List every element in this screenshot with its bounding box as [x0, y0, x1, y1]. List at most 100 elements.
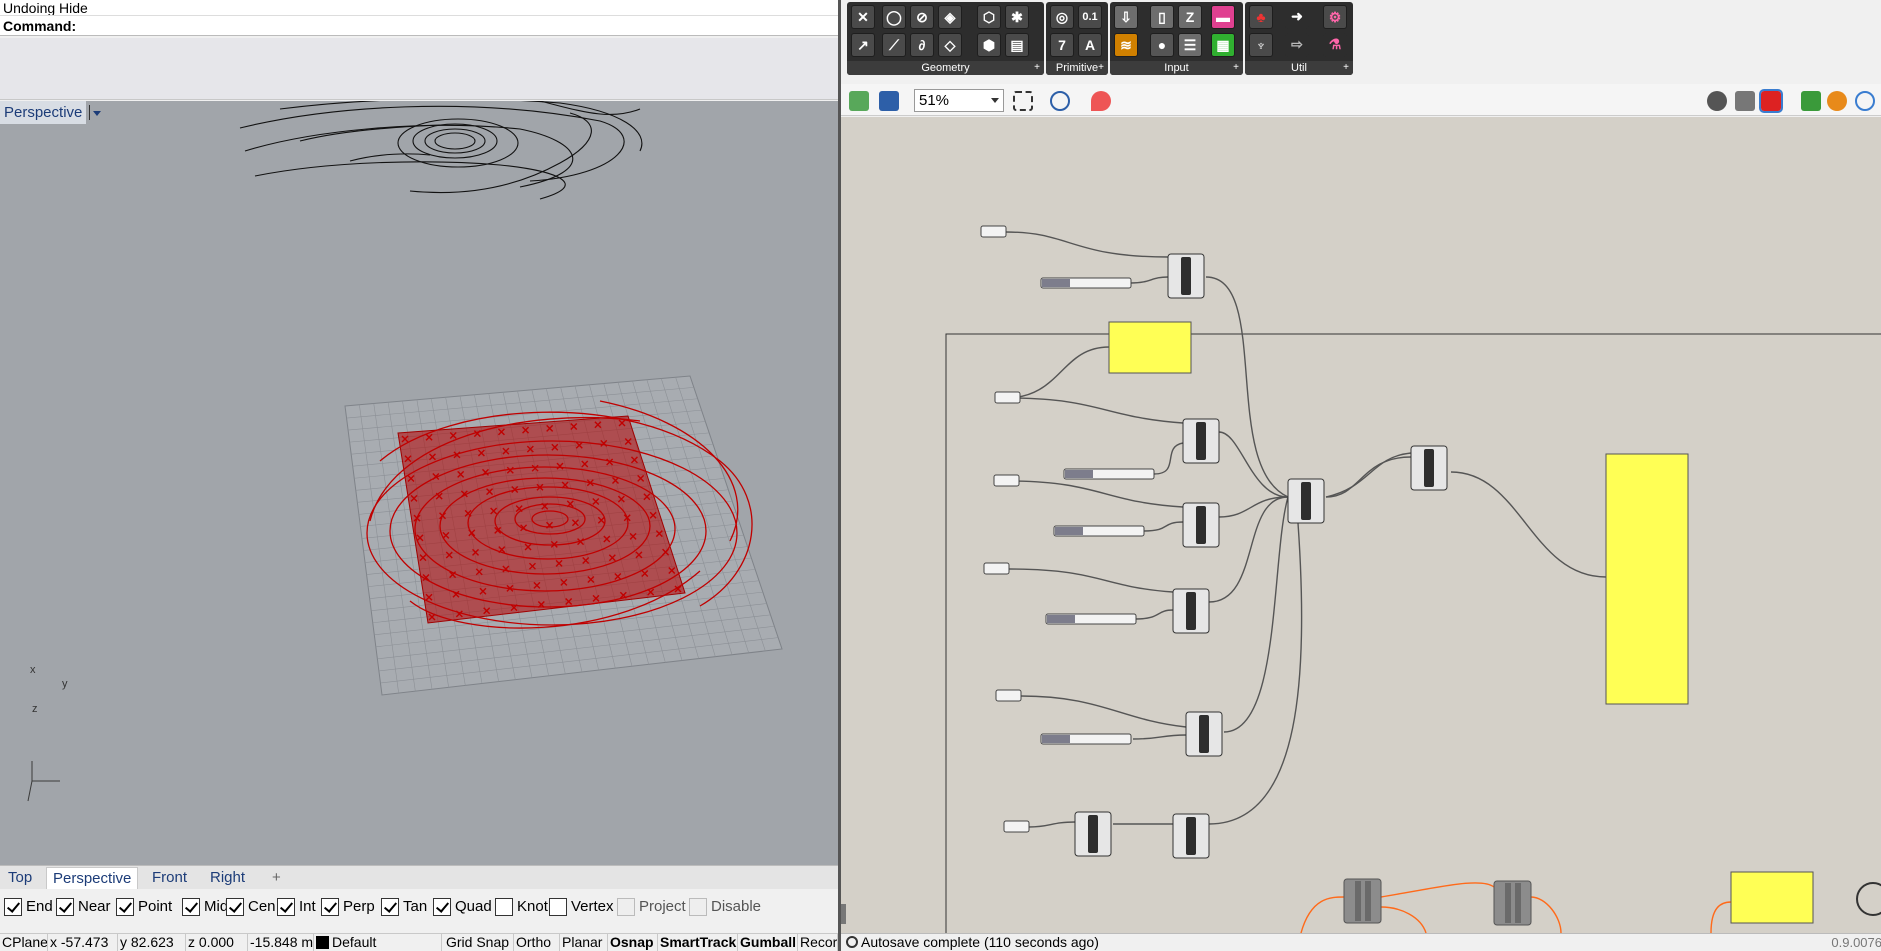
viewport-title[interactable]: Perspective — [0, 101, 87, 124]
panels[interactable] — [1108, 321, 1814, 924]
geometry-icon-3[interactable]: ◯ — [882, 5, 906, 29]
osnap-cen[interactable]: Cen — [226, 897, 276, 917]
osnap-vertex[interactable]: Vertex — [549, 897, 614, 917]
black-curves[interactable] — [239, 101, 643, 200]
osnap-disable-checkbox[interactable] — [689, 898, 707, 916]
osnap-mid[interactable]: Mid — [182, 897, 228, 917]
perspective-viewport[interactable]: x y z Perspective — [0, 101, 838, 865]
navigation-compass-icon[interactable] — [1856, 882, 1881, 916]
color-preview-icon[interactable] — [1827, 91, 1847, 111]
geometry-icon-10[interactable]: ⬢ — [977, 33, 1001, 57]
definition-graph[interactable] — [841, 117, 1881, 933]
osnap-knot-checkbox[interactable] — [495, 898, 513, 916]
osnap-quad[interactable]: Quad — [433, 897, 492, 917]
command-prompt[interactable]: Command: — [0, 15, 838, 36]
zoom-extents-icon[interactable] — [1013, 91, 1033, 111]
gh-component[interactable] — [1074, 811, 1112, 857]
tab-perspective[interactable]: Perspective — [46, 867, 139, 889]
save-file-icon[interactable] — [879, 91, 899, 111]
osnap-near[interactable]: Near — [56, 897, 111, 917]
parameter-inputs[interactable] — [980, 225, 1030, 833]
status-osnap[interactable]: Osnap — [608, 934, 658, 951]
bake-icon[interactable] — [1801, 91, 1821, 111]
osnap-quad-checkbox[interactable] — [433, 898, 451, 916]
osnap-end-checkbox[interactable] — [4, 898, 22, 916]
osnap-disable[interactable]: Disable — [689, 897, 761, 917]
status-gumball[interactable]: Gumball — [738, 934, 798, 951]
primitive-number-icon[interactable]: 0.1 — [1078, 5, 1102, 29]
gh-component[interactable] — [1287, 478, 1325, 524]
osnap-mid-checkbox[interactable] — [182, 898, 200, 916]
status-smarttrack[interactable]: SmartTrack — [658, 934, 738, 951]
gh-component[interactable] — [1172, 813, 1210, 859]
preview-eye-icon[interactable] — [1050, 91, 1070, 111]
primitive-circle-icon[interactable]: ◎ — [1050, 5, 1074, 29]
add-tab-plus-icon[interactable]: + — [266, 867, 287, 889]
osnap-end[interactable]: End — [4, 897, 53, 917]
input-device-icon[interactable]: ▯ — [1150, 5, 1174, 29]
input-graph-icon[interactable]: ≋ — [1114, 33, 1138, 57]
osnap-point-checkbox[interactable] — [116, 898, 134, 916]
osnap-point[interactable]: Point — [116, 897, 172, 917]
util-tree-icon[interactable]: ♆ — [1249, 33, 1273, 57]
osnap-knot[interactable]: Knot — [495, 897, 548, 917]
geometry-icon-12[interactable]: ▤ — [1005, 33, 1029, 57]
gh-component[interactable] — [1182, 502, 1220, 548]
gh-component[interactable] — [1172, 588, 1210, 634]
zoom-select[interactable]: 51% — [914, 89, 1004, 112]
grasshopper-canvas[interactable] — [841, 117, 1881, 933]
preview-mode-icon-1[interactable] — [1707, 91, 1727, 111]
primitive-text-icon[interactable]: A — [1078, 33, 1102, 57]
preview-mode-icon-2[interactable] — [1735, 91, 1755, 111]
open-file-icon[interactable] — [849, 91, 869, 111]
gh-component[interactable] — [1167, 253, 1205, 299]
osnap-vertex-checkbox[interactable] — [549, 898, 567, 916]
status-planar[interactable]: Planar — [560, 934, 608, 951]
osnap-perp-checkbox[interactable] — [321, 898, 339, 916]
status-ortho[interactable]: Ortho — [514, 934, 560, 951]
tab-front[interactable]: Front — [146, 867, 193, 889]
geometry-icon-7[interactable]: ◈ — [938, 5, 962, 29]
osnap-project[interactable]: Project — [617, 897, 686, 917]
input-button-icon[interactable]: ● — [1150, 33, 1174, 57]
status-record[interactable]: Recor — [798, 934, 838, 951]
canvas-scroll-marker[interactable] — [841, 904, 846, 924]
input-matrix-icon[interactable]: ▦ — [1211, 33, 1235, 57]
util-flask-icon[interactable]: ⚗ — [1323, 33, 1347, 57]
disabled-components[interactable] — [1343, 878, 1532, 926]
util-gear-icon[interactable]: ⚙ — [1323, 5, 1347, 29]
primitive-integer-icon[interactable]: 7 — [1050, 33, 1074, 57]
tab-right[interactable]: Right — [204, 867, 251, 889]
geometry-icon-8[interactable]: ◇ — [938, 33, 962, 57]
geometry-icon-1[interactable]: ✕ — [851, 5, 875, 29]
geometry-icon-11[interactable]: ✱ — [1005, 5, 1029, 29]
geometry-icon-2[interactable]: ↗ — [851, 33, 875, 57]
viewport-menu-chevron-down-icon[interactable] — [89, 105, 101, 120]
gh-component[interactable] — [1185, 711, 1223, 757]
util-cherry-icon[interactable]: ♣ — [1249, 5, 1273, 29]
ribbon-group-input-label[interactable]: Input — [1110, 61, 1243, 75]
preview-mode-icon-3[interactable] — [1759, 89, 1783, 113]
input-list-icon[interactable]: ☰ — [1178, 33, 1202, 57]
osnap-tan-checkbox[interactable] — [381, 898, 399, 916]
geometry-icon-9[interactable]: ⬡ — [977, 5, 1001, 29]
util-arrow-outline-icon[interactable]: ⇨ — [1285, 33, 1309, 57]
osnap-int-checkbox[interactable] — [277, 898, 295, 916]
osnap-int[interactable]: Int — [277, 897, 316, 917]
settings-circle-icon[interactable] — [1855, 91, 1875, 111]
tab-top[interactable]: Top — [2, 867, 38, 889]
input-import-icon[interactable]: ⇩ — [1114, 5, 1138, 29]
gh-component[interactable] — [1182, 418, 1220, 464]
status-layer[interactable]: Default — [314, 934, 442, 951]
osnap-perp[interactable]: Perp — [321, 897, 375, 917]
osnap-tan[interactable]: Tan — [381, 897, 427, 917]
ribbon-group-geometry-label[interactable]: Geometry — [847, 61, 1044, 75]
viewport-canvas[interactable]: x y z — [0, 101, 838, 865]
input-gradient-icon[interactable]: Z — [1178, 5, 1202, 29]
ribbon-group-primitive-label[interactable]: Primitive — [1046, 61, 1108, 75]
ribbon-group-util-label[interactable]: Util — [1245, 61, 1353, 75]
status-cplane[interactable]: CPlane — [0, 934, 48, 951]
osnap-project-checkbox[interactable] — [617, 898, 635, 916]
geometry-icon-4[interactable]: ⟋ — [882, 33, 906, 57]
status-grid-snap[interactable]: Grid Snap — [444, 934, 514, 951]
